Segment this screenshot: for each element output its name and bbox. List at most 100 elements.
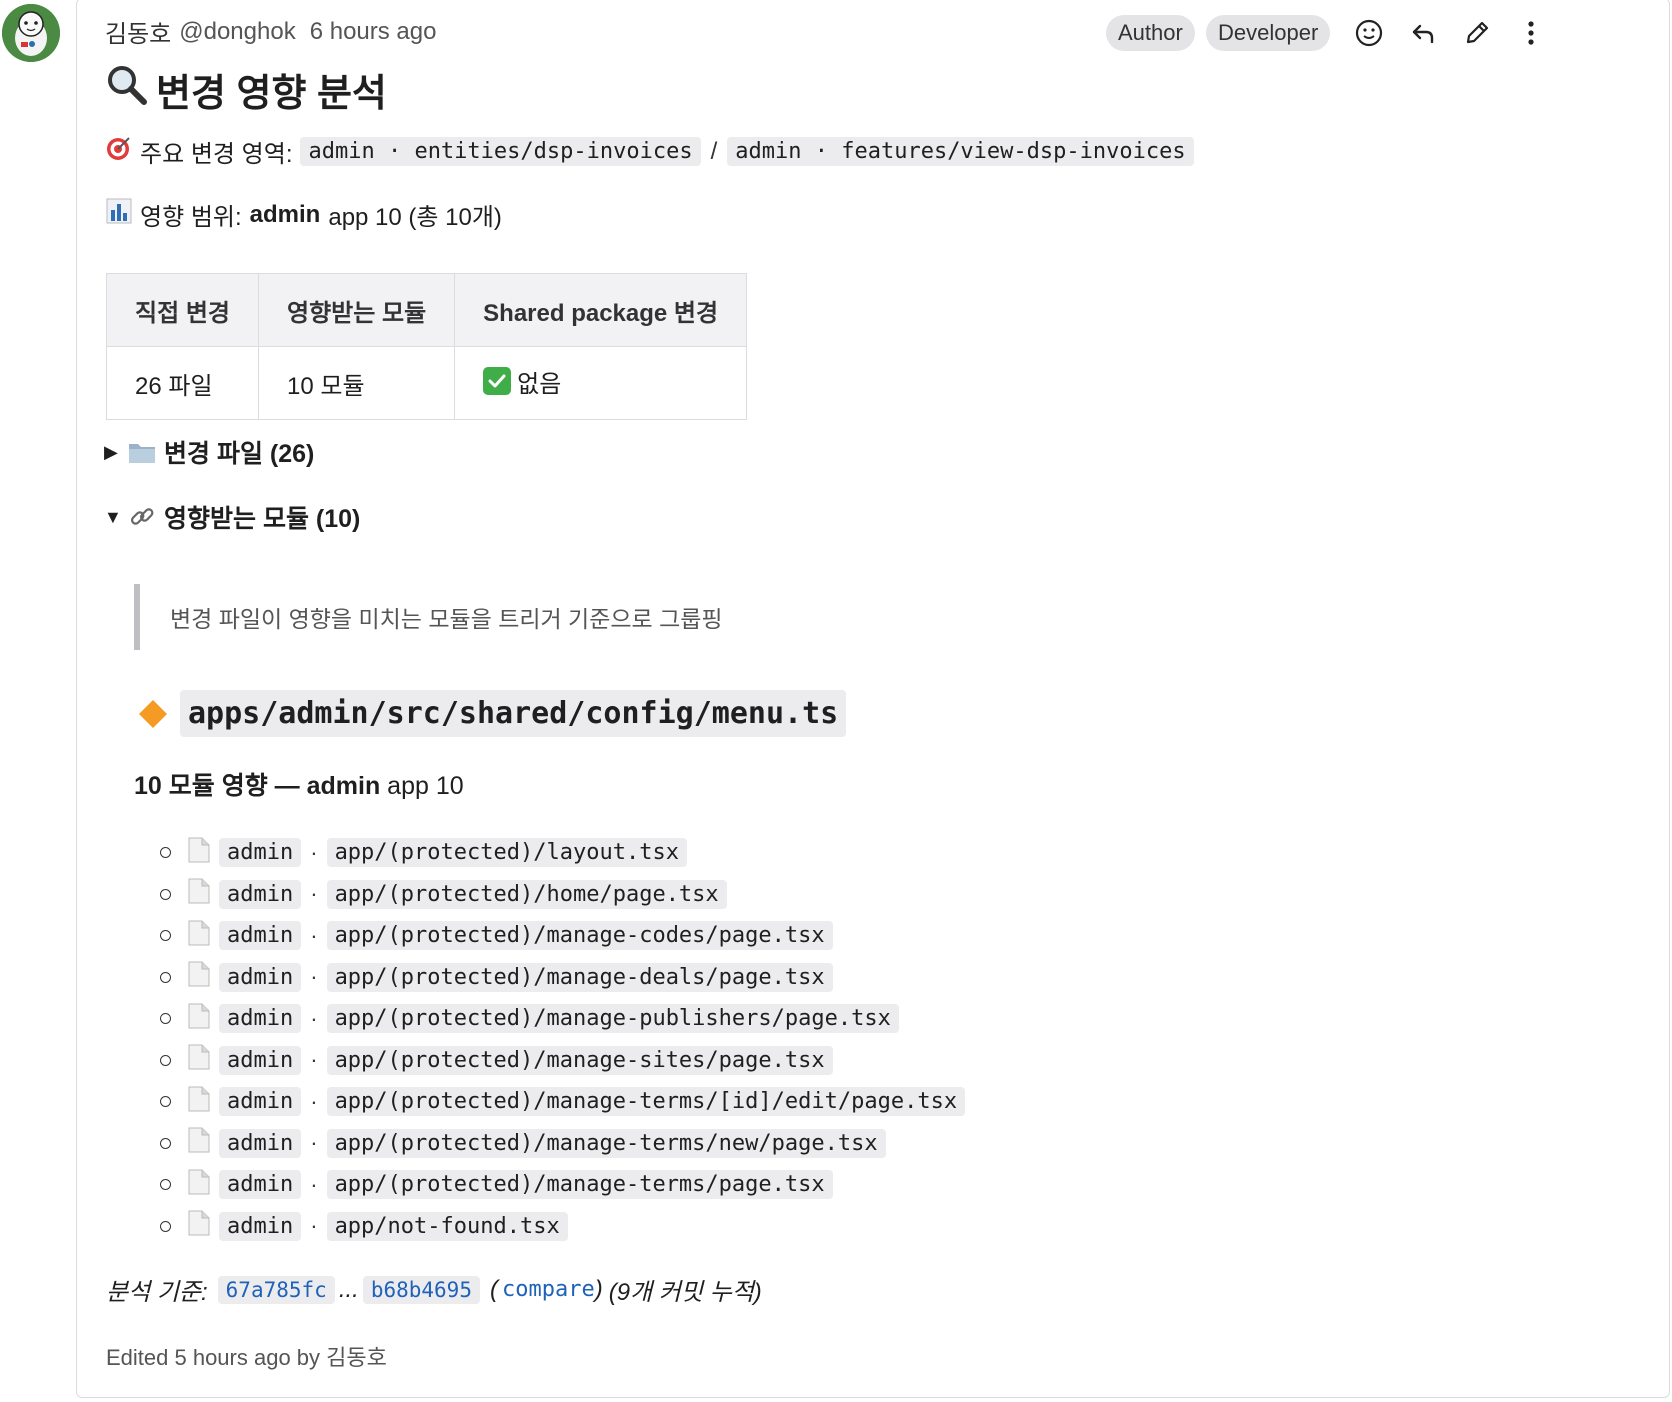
module-separator: · (310, 964, 318, 990)
file-icon (187, 1086, 211, 1118)
bullet-icon (160, 1137, 171, 1149)
commit-from[interactable]: 67a785fc (217, 1275, 335, 1304)
module-app: admin (219, 1004, 302, 1034)
bullet-icon (160, 1013, 171, 1025)
check-icon (483, 367, 512, 396)
scope-rest: app 10 (총 10개) (328, 204, 502, 231)
main-area-path: admin · entities/dsp-invoices (300, 137, 701, 166)
file-icon (187, 1169, 211, 1201)
reply-icon[interactable] (1404, 14, 1442, 52)
bullet-icon (160, 1054, 171, 1066)
diamond-icon (138, 699, 168, 729)
folder-icon (128, 440, 156, 464)
bullet-icon (160, 971, 171, 983)
author-handle[interactable]: @donghok (179, 18, 295, 46)
list-item: admin · app/(protected)/manage-publishers/… (160, 998, 965, 1040)
module-path: app/(protected)/manage-terms/new/page.ts… (326, 1128, 886, 1158)
table-row: 26 파일 10 모듈 없음 (106, 346, 748, 420)
more-icon[interactable] (1512, 14, 1550, 52)
edited-note: Edited 5 hours ago by 김동호 (106, 1345, 387, 1370)
module-separator: · (310, 1047, 318, 1073)
compare-link[interactable]: compare (502, 1277, 595, 1302)
table-cell: 26 파일 (106, 346, 259, 420)
avatar[interactable] (2, 4, 60, 62)
trigger-path: apps/admin/src/shared/config/menu.ts (180, 690, 847, 737)
bar-chart-icon (106, 198, 132, 231)
module-app: admin (219, 962, 302, 992)
list-item: admin · app/(protected)/manage-terms/[id]/… (160, 1081, 966, 1123)
module-path: app/(protected)/home/page.tsx (326, 879, 727, 909)
module-app: admin (219, 1170, 302, 1200)
module-path: app/(protected)/manage-codes/page.tsx (326, 921, 833, 951)
list-item: admin · app/(protected)/home/page.tsx (160, 874, 965, 916)
file-icon (187, 961, 211, 993)
module-app: admin (219, 838, 302, 868)
table-cell: 10 모듈 (257, 346, 456, 420)
commit-dots: ... (338, 1275, 359, 1303)
bullet-icon (160, 888, 171, 900)
module-separator: · (310, 1130, 318, 1156)
list-item: admin · app/(protected)/manage-codes/page.… (160, 915, 965, 957)
table-header-row: 직접 변경 영향받는 모듈 Shared package 변경 (106, 273, 748, 347)
commit-to[interactable]: b68b4695 (362, 1275, 480, 1304)
title-text: 변경 영향 분석 (156, 73, 387, 115)
changed-files-label: 변경 파일 (26) (164, 440, 315, 468)
file-icon (187, 1127, 211, 1159)
module-app: admin (219, 1128, 302, 1158)
blockquote: 변경 파일이 영향을 미치는 모듈을 트리거 기준으로 그룹핑 (134, 584, 723, 650)
module-path: app/(protected)/layout.tsx (326, 838, 687, 868)
analysis-basis: 분석 기준: 67a785fc ... b68b4695 (compare) (… (106, 1272, 762, 1307)
main-change-area: 주요 변경 영역: admin · entities/dsp-invoices … (106, 134, 1194, 169)
timestamp[interactable]: 6 hours ago (310, 18, 437, 46)
list-item: admin · app/(protected)/layout.tsx (160, 832, 965, 874)
affected-modules-toggle[interactable]: ▼ 영향받는 모듈 (10) (104, 499, 360, 535)
scope-label: 영향 범위: (140, 204, 242, 231)
link-icon (128, 503, 156, 531)
emoji-icon[interactable] (1350, 14, 1388, 52)
module-path: app/(protected)/manage-terms/[id]/edit/p… (326, 1087, 966, 1117)
author-badge: Author (1106, 15, 1195, 51)
table-header: 영향받는 모듈 (257, 273, 456, 347)
summary-table: 직접 변경 영향받는 모듈 Shared package 변경 26 파일 10… (106, 273, 748, 420)
table-header: 직접 변경 (106, 273, 259, 347)
module-path: app/(protected)/manage-publishers/page.t… (326, 1004, 899, 1034)
affected-modules-label: 영향받는 모듈 (10) (164, 505, 361, 533)
list-item: admin · app/(protected)/manage-deals/page.… (160, 957, 965, 999)
caret-down-icon: ▼ (104, 506, 122, 527)
caret-right-icon: ▶ (104, 441, 118, 462)
edit-icon[interactable] (1458, 14, 1496, 52)
file-icon (187, 878, 211, 910)
module-separator: · (310, 1088, 318, 1114)
module-separator: · (310, 1005, 318, 1031)
impact-rest: app 10 (387, 772, 464, 800)
changed-files-toggle[interactable]: ▶ 변경 파일 (26) (104, 434, 314, 470)
file-icon (187, 837, 211, 869)
target-icon (106, 135, 132, 168)
module-separator: · (310, 839, 318, 865)
bullet-icon (160, 847, 171, 859)
page-title: 변경 영향 분석 (106, 62, 387, 117)
bullet-icon (160, 1220, 171, 1232)
basis-label: 분석 기준: (106, 1279, 208, 1306)
module-separator: · (310, 881, 318, 907)
table-header: Shared package 변경 (454, 273, 748, 347)
path-separator: / (710, 137, 718, 165)
module-separator: · (310, 1171, 318, 1197)
module-app: admin (219, 1045, 302, 1075)
main-area-path: admin · features/view-dsp-invoices (727, 137, 1194, 166)
module-app: admin (219, 879, 302, 909)
list-item: admin · app/not-found.tsx (160, 1206, 965, 1248)
impact-scope: 영향 범위: admin app 10 (총 10개) (106, 197, 502, 232)
module-app: admin (219, 1087, 302, 1117)
file-icon (187, 1003, 211, 1035)
bullet-icon (160, 1179, 171, 1191)
author-name[interactable]: 김동호 (105, 14, 171, 49)
trigger-heading: apps/admin/src/shared/config/menu.ts (138, 690, 847, 737)
file-icon (187, 920, 211, 952)
scope-bold: admin (249, 200, 321, 228)
file-icon (187, 1044, 211, 1076)
list-item: admin · app/(protected)/manage-terms/page.… (160, 1164, 965, 1206)
module-app: admin (219, 921, 302, 951)
module-list: admin · app/(protected)/layout.tsx admin · ap… (160, 832, 966, 1248)
module-path: app/not-found.tsx (326, 1211, 568, 1241)
